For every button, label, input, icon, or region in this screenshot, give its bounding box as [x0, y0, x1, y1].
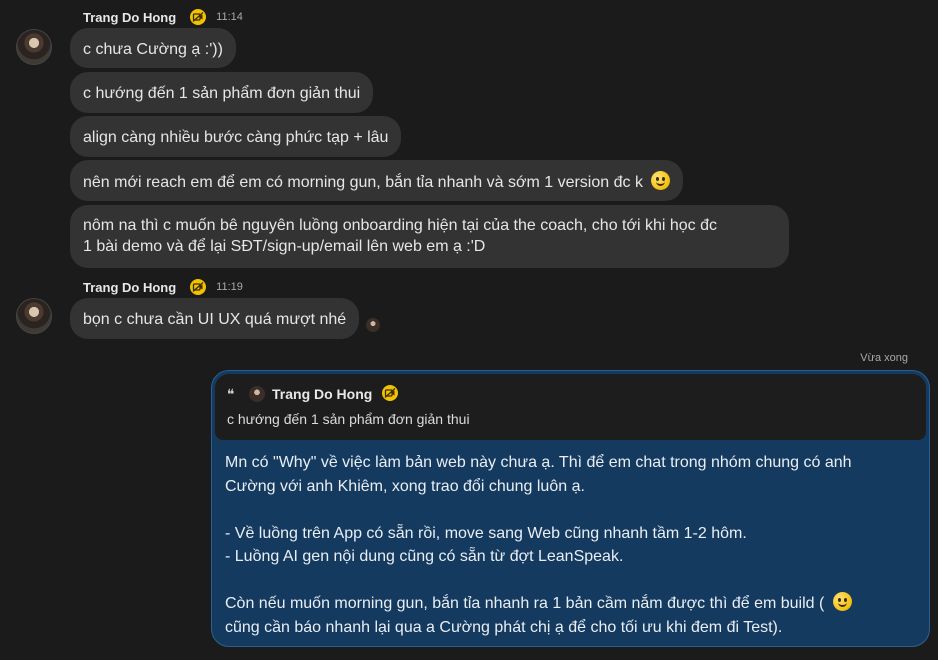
quoted-message[interactable]: ❝ Trang Do Hong c hướng đến 1 sản phẩm đ…: [215, 374, 926, 440]
reply-line: Cường với anh Khiêm, xong trao đổi chung…: [225, 477, 585, 495]
message-text: nên mới reach em để em có morning gun, b…: [83, 174, 643, 191]
message-text: c hướng đến 1 sản phẩm đơn giản thui: [83, 85, 361, 102]
message-timestamp: Vừa xong: [860, 352, 908, 364]
message-bubble[interactable]: bọn c chưa cần UI UX quá mượt nhé: [70, 298, 360, 339]
reply-line: cũng cần báo nhanh lại qua a Cường phát …: [225, 618, 783, 636]
quoted-sender-name: Trang Do Hong: [272, 386, 373, 402]
no-camera-badge-icon: [382, 385, 398, 401]
message-bubble[interactable]: nôm na thì c muốn bê nguyên luồng onboar…: [70, 205, 789, 268]
message-text: bọn c chưa cần UI UX quá mượt nhé: [83, 311, 347, 328]
reply-message-bubble[interactable]: ❝ Trang Do Hong c hướng đến 1 sản phẩm đ…: [211, 370, 930, 647]
reply-line-text: Còn nếu muốn morning gun, bắn tỉa nhanh …: [225, 595, 825, 612]
message-text: align càng nhiều bước càng phức tạp + lâ…: [83, 129, 389, 146]
reply-line: - Về luồng trên App có sẵn rồi, move san…: [225, 524, 747, 542]
message-bubble[interactable]: c hướng đến 1 sản phẩm đơn giản thui: [70, 72, 374, 113]
message-bubble[interactable]: align càng nhiều bước càng phức tạp + lâ…: [70, 116, 402, 157]
quote-icon: ❝: [227, 386, 235, 402]
no-camera-badge-icon: [190, 279, 207, 295]
seen-avatar: [366, 318, 380, 332]
reply-line: Mn có "Why" về việc làm bản web này chưa…: [225, 454, 852, 471]
quote-avatar: [249, 386, 265, 402]
quoted-text: c hướng đến 1 sản phẩm đơn giản thui: [227, 411, 470, 427]
message-text: c chưa Cường ạ :')): [83, 41, 223, 58]
message-text-line: nôm na thì c muốn bê nguyên luồng onboar…: [83, 217, 718, 234]
message-bubble[interactable]: nên mới reach em để em có morning gun, b…: [70, 160, 684, 201]
message-group-header: Trang Do Hong 11:19: [83, 277, 243, 297]
message-bubble[interactable]: c chưa Cường ạ :')): [70, 28, 236, 68]
message-time: 11:19: [216, 281, 243, 293]
avatar[interactable]: [16, 29, 52, 65]
message-text-line: 1 bài demo và để lại SĐT/sign-up/email l…: [83, 238, 486, 255]
avatar[interactable]: [16, 298, 52, 334]
reply-line: - Luồng AI gen nội dung cũng có sẵn từ đ…: [225, 548, 624, 565]
sender-name[interactable]: Trang Do Hong: [83, 280, 176, 295]
slightly-smiling-face-emoji: [651, 171, 671, 190]
no-camera-badge-icon: [190, 9, 207, 25]
reply-text: Mn có "Why" về việc làm bản web này chưa…: [225, 451, 899, 639]
message-group-header: Trang Do Hong 11:14: [83, 7, 243, 27]
slightly-smiling-face-emoji: [832, 592, 852, 611]
sender-name[interactable]: Trang Do Hong: [83, 10, 176, 25]
reply-line: Còn nếu muốn morning gun, bắn tỉa nhanh …: [225, 592, 899, 616]
message-time: 11:14: [216, 11, 243, 23]
